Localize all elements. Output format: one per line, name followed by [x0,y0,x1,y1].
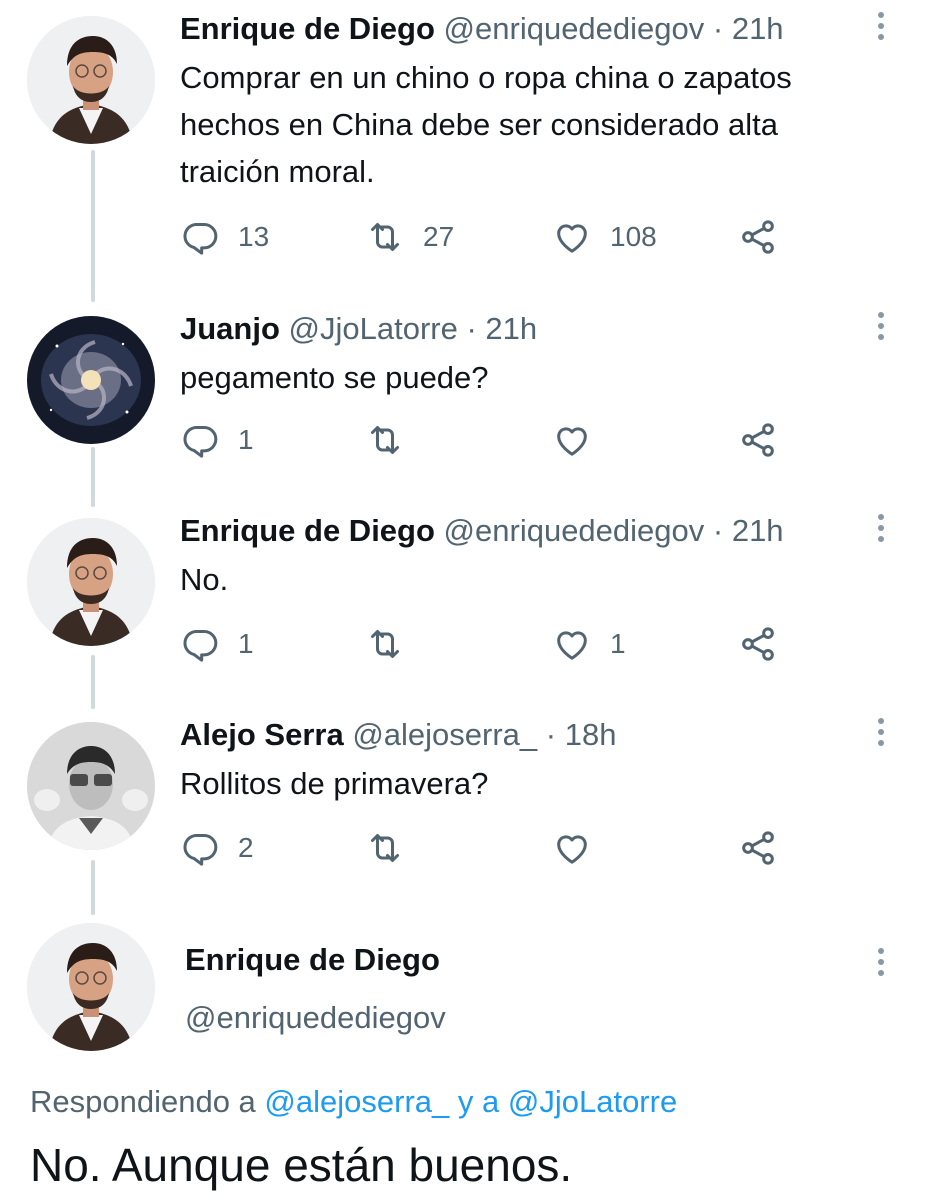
like-icon [552,828,592,868]
retweet-button[interactable] [365,418,405,462]
author-name[interactable]: Enrique de Diego [185,940,440,980]
like-button[interactable] [552,826,592,870]
more-icon[interactable] [877,948,885,981]
author-name[interactable]: Enrique de Diego [180,513,435,548]
tweet-actions: 2 [180,826,800,870]
reply-icon [180,217,220,257]
tweet-actions: 13 27 108 [180,215,800,259]
author-handle[interactable]: @enriquedediegov [185,998,446,1038]
share-button[interactable] [738,622,778,666]
author-handle[interactable]: @enriquedediegov [444,11,705,46]
avatar[interactable] [27,316,155,444]
timestamp[interactable]: · 18h [546,717,617,752]
retweet-count: 27 [423,221,455,252]
replying-prefix: Respondiendo a [30,1084,256,1119]
reply-button[interactable]: 1 [180,622,254,666]
mention-link[interactable]: @alejoserra_ [264,1084,449,1119]
more-icon[interactable] [877,12,885,45]
more-icon[interactable] [877,718,885,751]
more-icon[interactable] [877,312,885,345]
reply-icon [180,420,220,460]
tweet-header: Alejo Serra @alejoserra_ · 18h [180,716,616,754]
retweet-button[interactable]: 27 [365,215,454,259]
share-button[interactable] [738,418,778,462]
author-handle[interactable]: @alejoserra_ [352,717,537,752]
like-icon [552,624,592,664]
like-button[interactable]: 108 [552,215,657,259]
reply-count: 1 [238,628,254,659]
reply-button[interactable]: 13 [180,215,269,259]
reply-count: 13 [238,221,270,252]
author-handle[interactable]: @enriquedediegov [444,513,705,548]
like-icon [552,217,592,257]
mention-link[interactable]: @JjoLatorre [508,1084,677,1119]
avatar[interactable] [27,722,155,850]
tweet[interactable]: Enrique de Diego @enriquedediegov · 21h … [0,502,925,702]
replying-and: y a [457,1084,500,1119]
tweet-header: Juanjo @JjoLatorre · 21h [180,310,537,348]
retweet-button[interactable] [365,622,405,666]
replying-to: Respondiendo a @alejoserra_ y a @JjoLato… [30,1082,677,1122]
reply-icon [180,828,220,868]
retweet-icon [365,420,405,460]
tweet-text: Comprar en un chino o ropa china o zapat… [180,60,792,189]
reply-button[interactable]: 2 [180,826,254,870]
share-button[interactable] [738,215,778,259]
tweet-header: Enrique de Diego @enriquedediegov · 21h [180,10,784,48]
tweet-header: Enrique de Diego @enriquedediegov · 21h [180,512,784,550]
author-name[interactable]: Enrique de Diego [180,11,435,46]
tweet[interactable]: Alejo Serra @alejoserra_ · 18h Rollitos … [0,706,925,906]
tweet-text: Rollitos de primavera? [180,766,489,801]
retweet-icon [365,624,405,664]
share-icon [738,420,778,460]
main-tweet-text: No. Aunque están buenos. [30,1139,573,1191]
tweet-text: pegamento se puede? [180,360,489,395]
avatar[interactable] [27,923,155,1051]
avatar[interactable] [27,16,155,144]
timestamp[interactable]: · 21h [713,11,784,46]
reply-count: 1 [238,424,254,455]
tweet-actions: 1 [180,418,800,462]
retweet-icon [365,828,405,868]
author-handle[interactable]: @JjoLatorre [289,311,458,346]
retweet-icon [365,217,405,257]
avatar[interactable] [27,518,155,646]
reply-button[interactable]: 1 [180,418,254,462]
tweet-actions: 1 1 [180,622,800,666]
author-name[interactable]: Juanjo [180,311,280,346]
reply-count: 2 [238,832,254,863]
timestamp[interactable]: · 21h [713,513,784,548]
tweet[interactable]: Enrique de Diego @enriquedediegov · 21h … [0,0,925,300]
like-button[interactable]: 1 [552,622,626,666]
share-icon [738,828,778,868]
like-count: 108 [610,221,657,252]
retweet-button[interactable] [365,826,405,870]
share-icon [738,624,778,664]
like-count: 1 [610,628,626,659]
share-icon [738,217,778,257]
like-icon [552,420,592,460]
share-button[interactable] [738,826,778,870]
tweet[interactable]: Juanjo @JjoLatorre · 21h pegamento se pu… [0,300,925,500]
reply-icon [180,624,220,664]
like-button[interactable] [552,418,592,462]
tweet-text: No. [180,562,229,597]
author-name[interactable]: Alejo Serra [180,717,344,752]
more-icon[interactable] [877,514,885,547]
timestamp[interactable]: · 21h [466,311,537,346]
